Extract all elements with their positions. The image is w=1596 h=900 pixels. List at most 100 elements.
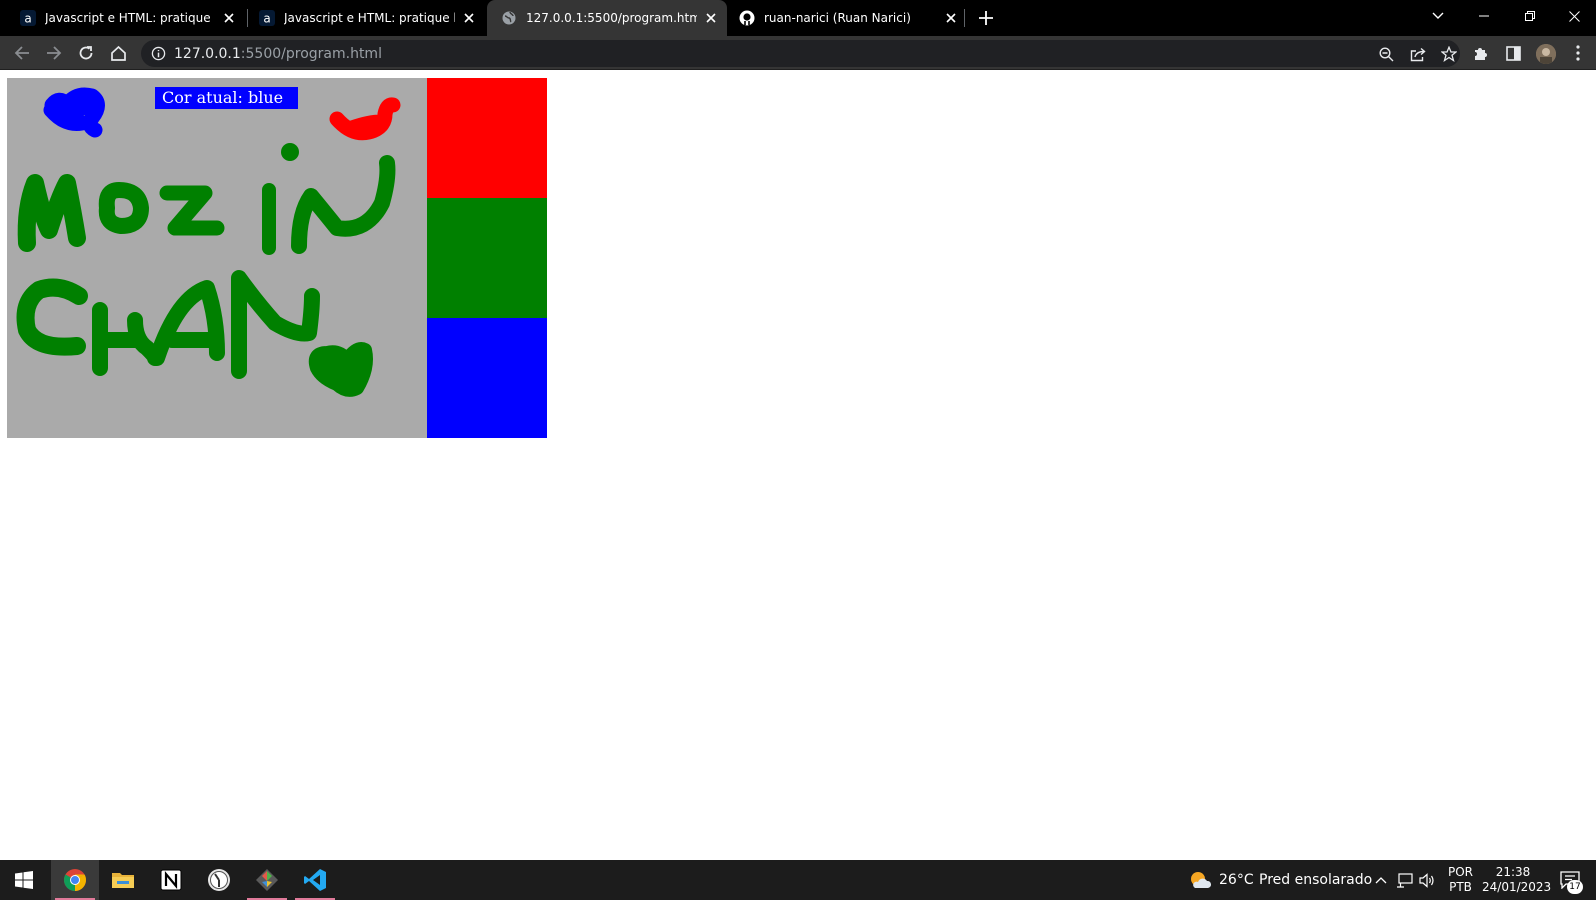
address-bar[interactable]: 127.0.0.1:5500/program.html bbox=[141, 40, 1460, 67]
chrome-icon bbox=[64, 869, 86, 891]
color-swatch-red[interactable] bbox=[427, 78, 547, 198]
blue-scribble bbox=[43, 87, 105, 138]
color-swatch-green[interactable] bbox=[427, 198, 547, 318]
github-icon bbox=[739, 10, 755, 26]
tab-title: Javascript e HTML: pratique lógica bbox=[45, 11, 215, 25]
page-viewport: Cor atual: blue bbox=[0, 71, 1596, 860]
green-dot bbox=[281, 143, 299, 161]
close-window-button[interactable] bbox=[1552, 0, 1596, 32]
close-tab-icon[interactable] bbox=[221, 10, 237, 26]
weather-temperature[interactable]: 26°C bbox=[1219, 872, 1254, 888]
taskbar-git-client[interactable] bbox=[243, 860, 291, 900]
clock-app-icon bbox=[208, 869, 230, 891]
start-icon bbox=[15, 871, 33, 889]
plus-icon bbox=[979, 11, 993, 25]
close-tab-icon[interactable] bbox=[461, 10, 477, 26]
star-icon bbox=[1441, 46, 1457, 62]
tab-title: Javascript e HTML: pratique lógica bbox=[284, 11, 455, 25]
minimize-button[interactable] bbox=[1462, 0, 1506, 32]
extensions-button[interactable] bbox=[1470, 42, 1492, 64]
share-icon bbox=[1410, 47, 1426, 61]
tab-strip: a Javascript e HTML: pratique lógica a J… bbox=[0, 0, 1596, 36]
green-letter-n2 bbox=[231, 270, 320, 379]
tab-title: ruan-narici (Ruan Narici) bbox=[764, 11, 911, 25]
chevron-down-icon bbox=[1432, 12, 1444, 19]
taskbar-clock-app[interactable] bbox=[195, 860, 243, 900]
restore-icon bbox=[1525, 11, 1535, 21]
show-hidden-icons-button[interactable] bbox=[1372, 871, 1390, 889]
home-button[interactable] bbox=[106, 41, 130, 65]
network-icon bbox=[1396, 872, 1413, 888]
profile-avatar[interactable] bbox=[1536, 44, 1556, 64]
share-button[interactable] bbox=[1409, 45, 1427, 63]
taskbar-clock[interactable]: 21:38 24/01/2023 bbox=[1482, 865, 1552, 895]
drawing-canvas[interactable]: Cor atual: blue bbox=[7, 78, 427, 438]
clock-time: 21:38 bbox=[1495, 865, 1531, 879]
language-code: POR bbox=[1448, 865, 1474, 879]
alura-icon: a bbox=[259, 10, 275, 26]
speaker-icon bbox=[1418, 872, 1434, 888]
volume-button[interactable] bbox=[1418, 871, 1436, 889]
url-host: 127.0.0.1 bbox=[174, 46, 241, 62]
taskbar-notion[interactable] bbox=[147, 860, 195, 900]
chevron-up-icon bbox=[1375, 877, 1387, 884]
arrow-right-icon bbox=[47, 46, 62, 60]
notion-icon bbox=[160, 869, 182, 891]
svg-text:a: a bbox=[24, 12, 31, 26]
weather-description[interactable]: Pred ensolarado bbox=[1259, 872, 1372, 888]
restore-button[interactable] bbox=[1508, 0, 1552, 32]
close-tab-icon[interactable] bbox=[943, 10, 959, 26]
bookmark-button[interactable] bbox=[1440, 45, 1458, 63]
close-tab-icon[interactable] bbox=[703, 10, 719, 26]
browser-toolbar: 127.0.0.1:5500/program.html bbox=[0, 36, 1596, 70]
svg-text:a: a bbox=[263, 12, 270, 26]
taskbar-file-explorer[interactable] bbox=[99, 860, 147, 900]
tab-program-html[interactable]: 127.0.0.1:5500/program.html bbox=[487, 0, 727, 36]
reload-button[interactable] bbox=[74, 41, 98, 65]
tab-alura-2[interactable]: a Javascript e HTML: pratique lógica bbox=[249, 0, 485, 36]
tab-divider bbox=[247, 9, 248, 27]
green-letter-h bbox=[92, 302, 164, 376]
network-button[interactable] bbox=[1395, 871, 1413, 889]
globe-icon bbox=[502, 11, 516, 25]
weather-icon[interactable] bbox=[1189, 870, 1211, 890]
input-language-button[interactable]: POR PTB bbox=[1448, 865, 1473, 895]
canvas-drawing bbox=[16, 87, 401, 397]
tab-alura-1[interactable]: a Javascript e HTML: pratique lógica bbox=[0, 0, 245, 36]
green-letter-a bbox=[149, 280, 225, 366]
chrome-menu-button[interactable] bbox=[1567, 42, 1589, 64]
tab-title: 127.0.0.1:5500/program.html bbox=[526, 11, 697, 25]
side-panel-icon bbox=[1505, 45, 1521, 61]
git-icon bbox=[256, 869, 278, 891]
current-color-label: Cor atual: blue bbox=[155, 87, 298, 109]
side-panel-button[interactable] bbox=[1502, 42, 1524, 64]
new-tab-button[interactable] bbox=[976, 8, 996, 28]
green-letter-z bbox=[159, 185, 225, 236]
red-scribble bbox=[329, 97, 401, 141]
tab-search-button[interactable] bbox=[1416, 0, 1460, 32]
zoom-out-icon bbox=[1378, 46, 1393, 61]
zoom-button[interactable] bbox=[1377, 45, 1395, 63]
minimize-icon bbox=[1479, 15, 1489, 17]
taskbar-chrome[interactable] bbox=[51, 860, 99, 900]
green-letter-n bbox=[291, 155, 396, 254]
info-icon[interactable] bbox=[151, 46, 166, 61]
forward-button[interactable] bbox=[42, 41, 66, 65]
color-swatch-blue[interactable] bbox=[427, 318, 547, 438]
avatar-image bbox=[1536, 44, 1556, 64]
back-button[interactable] bbox=[10, 41, 34, 65]
green-letter-o bbox=[98, 182, 149, 234]
taskbar-vscode[interactable] bbox=[291, 860, 339, 900]
file-explorer-icon bbox=[112, 873, 134, 888]
reload-icon bbox=[79, 46, 93, 60]
url-text[interactable]: 127.0.0.1:5500/program.html bbox=[174, 46, 382, 62]
green-letter-c bbox=[16, 278, 88, 356]
more-vertical-icon bbox=[1576, 45, 1580, 61]
home-icon bbox=[110, 45, 126, 61]
notification-count-badge: 17 bbox=[1567, 880, 1583, 894]
tab-github[interactable]: ruan-narici (Ruan Narici) bbox=[727, 0, 967, 36]
start-button[interactable] bbox=[0, 860, 48, 900]
green-heart bbox=[308, 342, 373, 397]
vscode-icon bbox=[304, 869, 326, 891]
clock-date: 24/01/2023 bbox=[1482, 880, 1552, 894]
